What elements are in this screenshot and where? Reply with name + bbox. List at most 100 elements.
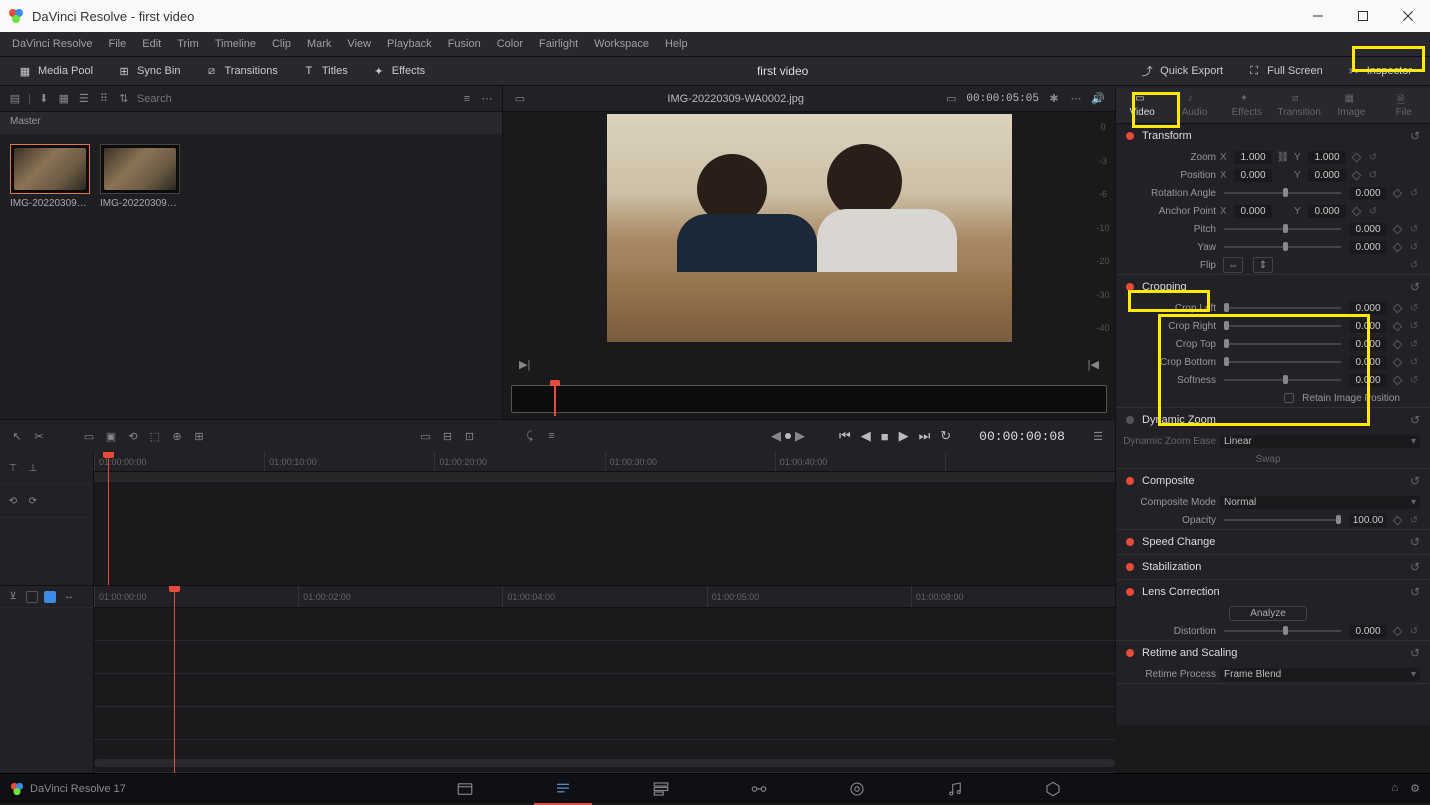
anchor-x-value[interactable]: 0.000 [1234,205,1272,218]
menu-color[interactable]: Color [489,34,531,54]
reset-section-icon[interactable]: ↺ [1410,129,1420,143]
track-selector[interactable] [26,591,38,603]
menu-help[interactable]: Help [657,34,696,54]
step-back-button[interactable]: ◀ [859,426,873,446]
inspector-tab-effects[interactable]: ✦Effects [1221,88,1273,123]
reset-icon[interactable]: ↺ [1408,626,1420,637]
play-button[interactable]: ▶ [897,426,911,446]
tool-icon[interactable]: ⤹ [523,429,537,443]
reset-icon[interactable]: ↺ [1408,224,1420,235]
zoom-out-button[interactable]: ◀ [771,428,781,444]
reset-icon[interactable]: ↺ [1408,242,1420,253]
transitions-toggle[interactable]: ⧄Transitions [194,60,287,82]
tool-icon[interactable]: ▭ [419,429,433,443]
keyframe-button[interactable] [1352,170,1362,180]
reset-icon[interactable]: ↺ [1367,206,1379,217]
pitch-value[interactable]: 0.000 [1349,223,1387,236]
keyframe-button[interactable] [1393,303,1403,313]
inspector-tab-transition[interactable]: ⧄Transition [1273,88,1325,123]
crop-bottom-value[interactable]: 0.000 [1349,356,1387,369]
color-page-tab[interactable] [828,773,886,805]
rotation-value[interactable]: 0.000 [1349,187,1387,200]
timeline-playhead[interactable] [174,586,175,773]
bypass-icon[interactable]: ✱ [1047,92,1061,106]
reset-icon[interactable]: ↺ [1367,170,1379,181]
menu-timeline[interactable]: Timeline [207,34,264,54]
tool-icon[interactable]: ≡ [545,429,559,443]
reset-icon[interactable]: ↺ [1408,303,1420,314]
track-color[interactable] [44,591,56,603]
ripple-overwrite-icon[interactable]: ⊞ [192,429,206,443]
menu-fairlight[interactable]: Fairlight [531,34,586,54]
inspector-tab-audio[interactable]: ♪Audio [1168,88,1220,123]
dynamic-zoom-ease-select[interactable]: Linear [1220,435,1420,448]
retain-image-position-checkbox[interactable] [1284,393,1294,403]
menu-file[interactable]: File [101,34,135,54]
more-options-icon[interactable]: ⋯ [480,92,494,106]
sort-icon[interactable]: ⇅ [117,92,131,106]
anchor-y-value[interactable]: 0.000 [1308,205,1346,218]
quick-export-button[interactable]: ⤴Quick Export [1130,60,1233,82]
go-to-end-button[interactable]: ⏭ [917,426,933,446]
selection-tool-icon[interactable]: ↖ [10,429,24,443]
menu-mark[interactable]: Mark [299,34,339,54]
reset-icon[interactable]: ↺ [1408,375,1420,386]
yaw-slider[interactable] [1224,246,1341,248]
magnet-icon[interactable]: ⊻ [6,590,20,604]
keyframe-button[interactable] [1393,339,1403,349]
section-enable-dot[interactable] [1126,538,1134,546]
keyframe-button[interactable] [1393,224,1403,234]
crop-left-value[interactable]: 0.000 [1349,302,1387,315]
yaw-value[interactable]: 0.000 [1349,241,1387,254]
crop-right-slider[interactable] [1224,325,1341,327]
edit-page-tab[interactable] [632,773,690,805]
window-close-button[interactable] [1385,0,1430,32]
window-minimize-button[interactable] [1295,0,1340,32]
fusion-page-tab[interactable] [730,773,788,805]
video-track-4[interactable] [94,707,1115,740]
keyframe-button[interactable] [1393,242,1403,252]
filter-icon[interactable]: ≡ [460,92,474,106]
reset-icon[interactable]: ↺ [1408,188,1420,199]
keyframe-button[interactable] [1393,321,1403,331]
opacity-value[interactable]: 100.00 [1349,514,1387,527]
keyframe-button[interactable] [1393,188,1403,198]
project-settings-button[interactable]: ⚙ [1410,782,1420,795]
viewer-scrub[interactable] [511,385,1107,413]
media-thumb-0[interactable]: IMG-20220309-W... [10,144,90,209]
section-enable-dot[interactable] [1126,283,1134,291]
pos-x-value[interactable]: 0.000 [1234,169,1272,182]
mark-in-button[interactable]: ▶| [513,356,536,373]
full-screen-button[interactable]: ⛶Full Screen [1237,60,1333,82]
retime-process-select[interactable]: Frame Blend [1220,668,1420,681]
reset-section-icon[interactable]: ↺ [1410,560,1420,574]
reset-section-icon[interactable]: ↺ [1410,280,1420,294]
go-to-start-button[interactable]: ⏮ [837,426,853,446]
mini-playhead[interactable] [108,452,109,585]
zoom-y-value[interactable]: 1.000 [1308,151,1346,164]
softness-slider[interactable] [1224,379,1341,381]
media-thumb-1[interactable]: IMG-20220309-W... [100,144,180,209]
pitch-slider[interactable] [1224,228,1341,230]
link-icon[interactable]: ⛓ [1276,152,1290,163]
swap-button[interactable]: Swap [1255,454,1280,465]
section-enable-dot[interactable] [1126,563,1134,571]
keyframe-button[interactable] [1393,357,1403,367]
bin-name[interactable]: Master [10,116,41,127]
thumbnail-view-icon[interactable]: ▦ [57,92,71,106]
fairlight-page-tab[interactable] [926,773,984,805]
inspector-tab-file[interactable]: 🗎File [1378,88,1430,123]
reset-icon[interactable]: ↺ [1408,339,1420,350]
flip-horizontal-button[interactable]: ⇔ [1223,257,1243,273]
media-pool-toggle[interactable]: ▦Media Pool [8,60,103,82]
grid-icon[interactable]: ⠿ [97,92,111,106]
video-track-3[interactable] [94,674,1115,707]
reset-icon[interactable]: ↺ [1408,357,1420,368]
pos-y-value[interactable]: 0.000 [1308,169,1346,182]
audio-icon[interactable]: 🔊 [1091,92,1105,106]
reset-icon[interactable]: ↺ [1408,321,1420,332]
crop-left-slider[interactable] [1224,307,1341,309]
window-maximize-button[interactable] [1340,0,1385,32]
reset-icon[interactable]: ↺ [1408,515,1420,526]
track-head-icon[interactable]: ⊤ [6,461,20,475]
